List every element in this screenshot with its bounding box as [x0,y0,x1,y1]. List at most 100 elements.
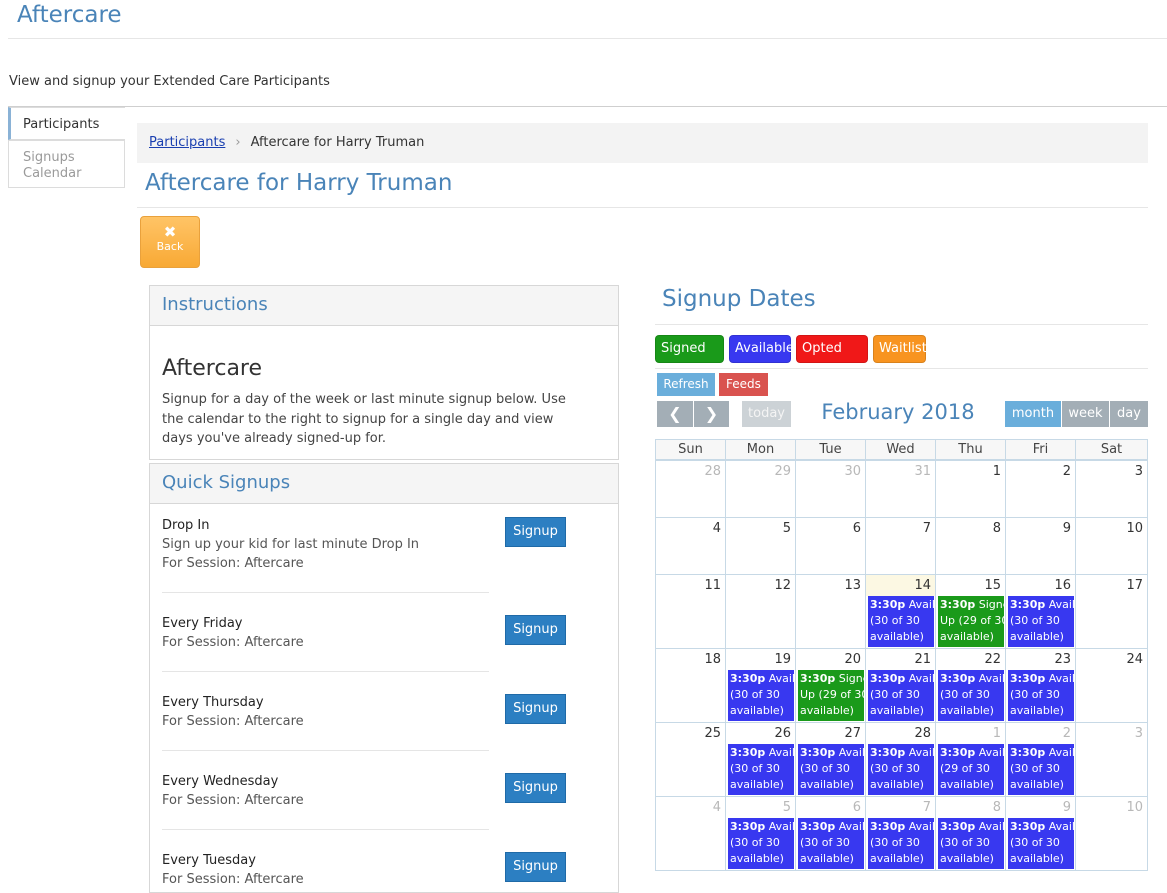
prev-month-button[interactable]: ❮ [657,401,693,427]
calendar-day-cell[interactable]: 28 [655,460,726,518]
quick-signup-item: Drop In Sign up your kid for last minute… [162,516,489,573]
calendar-event[interactable]: 3:30p SignedUp (29 of 30available) [938,596,1004,647]
view-week-button[interactable]: week [1062,401,1109,427]
view-month-button[interactable]: month [1005,401,1061,427]
calendar-event[interactable]: 3:30p Availal(30 of 30available) [728,670,794,721]
day-number: 30 [844,464,861,479]
calendar-event[interactable]: 3:30p SignedUp (29 of 30available) [798,670,864,721]
feeds-button[interactable]: Feeds [719,373,768,396]
day-number: 21 [914,652,931,667]
quick-signup-session: For Session: Aftercare [162,714,304,729]
calendar-day-cell[interactable]: 22 3:30p Availal(30 of 30available) [935,648,1006,723]
calendar-day-cell[interactable]: 4 [655,517,726,575]
calendar-event[interactable]: 3:30p Availal(30 of 30available) [1008,744,1074,795]
calendar-day-cell[interactable]: 28 3:30p Availal(30 of 30available) [865,722,936,797]
calendar-day-cell[interactable]: 8 [935,517,1006,575]
calendar-event[interactable]: 3:30p Availal(30 of 30available) [868,744,934,795]
calendar-event[interactable]: 3:30p Availal(29 of 30available) [938,744,1004,795]
calendar-day-cell[interactable]: 4 [655,796,726,871]
calendar-day-cell[interactable]: 30 [795,460,866,518]
calendar-day-cell[interactable]: 5 3:30p Availal(30 of 30available) [725,796,796,871]
calendar-event[interactable]: 3:30p Availal(30 of 30available) [798,818,864,869]
today-button[interactable]: today [742,401,791,427]
calendar-day-cell[interactable]: 7 [865,517,936,575]
calendar-event[interactable]: 3:30p Availal(30 of 30available) [1008,818,1074,869]
calendar-day-cell[interactable]: 2 [1005,460,1076,518]
calendar-event[interactable]: 3:30p Availal(30 of 30available) [938,818,1004,869]
signup-button-every-thursday[interactable]: Signup [505,694,566,724]
calendar-day-cell[interactable]: 1 [935,460,1006,518]
calendar-day-cell[interactable]: 19 3:30p Availal(30 of 30available) [725,648,796,723]
day-number: 2 [1062,464,1071,479]
signup-button-every-tuesday[interactable]: Signup [505,852,566,882]
calendar-day-cell[interactable]: 27 3:30p Availal(30 of 30available) [795,722,866,797]
calendar-day-cell[interactable]: 16 3:30p Availal(30 of 30available) [1005,574,1076,649]
back-button-label: Back [156,240,184,253]
quick-signup-item: Every Wednesday For Session: Aftercare [162,772,489,810]
calendar-event[interactable]: 3:30p Availal(30 of 30available) [798,744,864,795]
calendar-event[interactable]: 3:30p Availal(30 of 30available) [728,744,794,795]
calendar-day-cell[interactable]: 10 [1075,796,1148,871]
calendar-day-cell[interactable]: 7 3:30p Availal(30 of 30available) [865,796,936,871]
weekday-header: Thu [935,439,1006,460]
refresh-button[interactable]: Refresh [657,373,715,396]
calendar-day-cell[interactable]: 1 3:30p Availal(29 of 30available) [935,722,1006,797]
calendar-day-cell[interactable]: 20 3:30p SignedUp (29 of 30available) [795,648,866,723]
breadcrumb-link-participants[interactable]: Participants [149,135,225,150]
calendar-event[interactable]: 3:30p Availal(30 of 30available) [728,818,794,869]
signup-button-every-wednesday[interactable]: Signup [505,773,566,803]
calendar-day-cell[interactable]: 14 3:30p Availal(30 of 30available) [865,574,936,649]
day-number: 4 [712,800,721,815]
calendar-day-cell[interactable]: 21 3:30p Availal(30 of 30available) [865,648,936,723]
calendar-day-cell[interactable]: 3 [1075,722,1148,797]
quick-signup-name: Every Thursday [162,695,264,710]
calendar-event[interactable]: 3:30p Availal(30 of 30available) [1008,670,1074,721]
calendar-day-cell[interactable]: 18 [655,648,726,723]
day-number: 8 [992,800,1001,815]
back-button[interactable]: ✖ Back [140,216,200,268]
sidebar-tab-signups-calendar[interactable]: Signups Calendar [8,140,125,188]
breadcrumb-current: Aftercare for Harry Truman [250,135,425,150]
calendar-day-cell[interactable]: 25 [655,722,726,797]
view-day-button[interactable]: day [1110,401,1148,427]
signup-button-every-friday[interactable]: Signup [505,615,566,645]
event-time: 3:30p [730,672,766,685]
calendar-day-cell[interactable]: 6 3:30p Availal(30 of 30available) [795,796,866,871]
day-number: 6 [852,800,861,815]
calendar-event[interactable]: 3:30p Availal(30 of 30available) [868,818,934,869]
calendar-day-cell[interactable]: 6 [795,517,866,575]
calendar-day-cell[interactable]: 13 [795,574,866,649]
calendar-day-cell[interactable]: 26 3:30p Availal(30 of 30available) [725,722,796,797]
calendar-day-cell[interactable]: 3 [1075,460,1148,518]
calendar-day-cell[interactable]: 10 [1075,517,1148,575]
calendar-day-cell[interactable]: 9 3:30p Availal(30 of 30available) [1005,796,1076,871]
calendar-day-cell[interactable]: 5 [725,517,796,575]
day-number: 5 [782,800,791,815]
calendar-day-cell[interactable]: 24 [1075,648,1148,723]
calendar-event[interactable]: 3:30p Availal(30 of 30available) [868,596,934,647]
calendar-day-cell[interactable]: 17 [1075,574,1148,649]
next-month-button[interactable]: ❯ [694,401,729,427]
calendar-day-cell[interactable]: 23 3:30p Availal(30 of 30available) [1005,648,1076,723]
legend-waitlist: Waitlist [873,335,927,363]
calendar-event[interactable]: 3:30p Availal(30 of 30available) [868,670,934,721]
calendar-event[interactable]: 3:30p Availal(30 of 30available) [1008,596,1074,647]
calendar-event[interactable]: 3:30p Availal(30 of 30available) [938,670,1004,721]
calendar-day-cell[interactable]: 8 3:30p Availal(30 of 30available) [935,796,1006,871]
calendar-day-cell[interactable]: 9 [1005,517,1076,575]
day-number: 2 [1062,726,1071,741]
calendar-day-cell[interactable]: 29 [725,460,796,518]
event-time: 3:30p [800,672,836,685]
weekday-header: Fri [1005,439,1076,460]
calendar-day-cell[interactable]: 15 3:30p SignedUp (29 of 30available) [935,574,1006,649]
calendar-day-cell[interactable]: 11 [655,574,726,649]
sidebar-tab-participants[interactable]: Participants [8,107,125,140]
quick-signups-header: Quick Signups [150,464,618,504]
calendar-day-cell[interactable]: 2 3:30p Availal(30 of 30available) [1005,722,1076,797]
calendar-day-cell[interactable]: 12 [725,574,796,649]
day-number: 7 [922,800,931,815]
calendar-day-cell[interactable]: 31 [865,460,936,518]
day-number: 10 [1126,800,1143,815]
signup-button-drop-in[interactable]: Signup [505,517,566,547]
day-number: 28 [914,726,931,741]
